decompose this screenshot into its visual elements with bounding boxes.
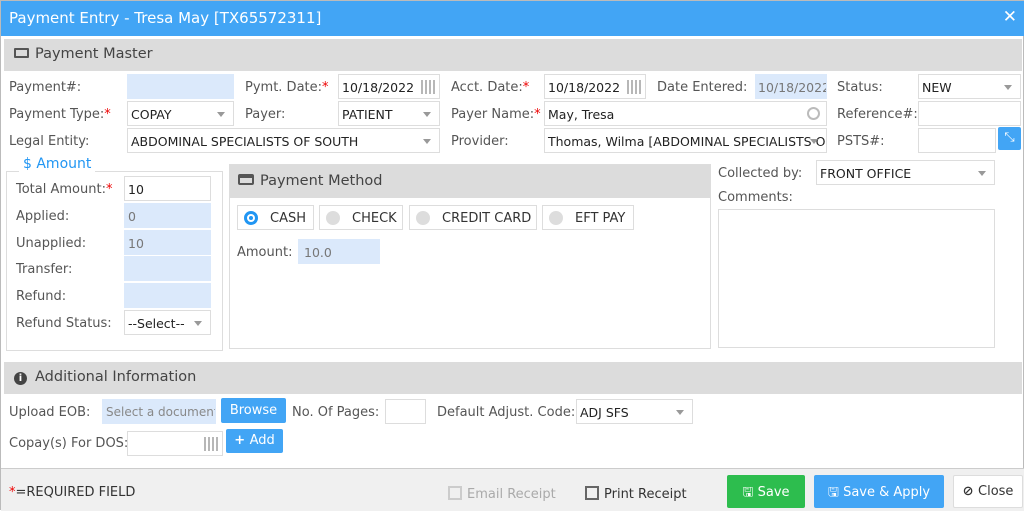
copay-dos-label: Copay(s) For DOS: (9, 436, 129, 451)
legal-entity-label: Legal Entity: (9, 134, 90, 149)
window-title: Payment Entry - Tresa May [TX65572311] (9, 9, 322, 27)
payer-name-label: Payer Name:* (451, 107, 541, 122)
section-title: Payment Master (35, 46, 153, 62)
total-amount-input[interactable]: 10 (124, 176, 211, 201)
legal-entity-select[interactable]: ABDOMINAL SPECIALISTS OF SOUTH (127, 128, 440, 153)
status-select[interactable]: NEW (918, 74, 1021, 99)
refund-status-select[interactable]: --Select-- (124, 310, 211, 335)
radio-eft-pay[interactable]: EFT PAY (542, 205, 634, 230)
additional-info-header: i Additional Information (4, 362, 1022, 394)
applied-label: Applied: (16, 209, 70, 224)
radio-cash[interactable]: CASH (237, 205, 314, 230)
browse-button[interactable]: Browse (221, 398, 286, 423)
calendar-icon[interactable] (421, 80, 435, 94)
total-amount-label: Total Amount:* (16, 182, 113, 197)
info-icon: i (14, 372, 27, 385)
unapplied-input: 10 (124, 230, 211, 255)
method-amount-label: Amount: (237, 245, 293, 260)
required-field-note: *=REQUIRED FIELD (9, 485, 136, 500)
close-icon[interactable]: ✕ (1003, 7, 1017, 27)
email-receipt-checkbox[interactable]: Email Receipt (448, 486, 556, 502)
pymt-date-input[interactable]: 10/18/2022 (338, 74, 440, 99)
status-label: Status: (837, 80, 883, 95)
transfer-label: Transfer: (16, 262, 73, 277)
window-title-bar: Payment Entry - Tresa May [TX65572311] (1, 1, 1024, 36)
refund-input (124, 283, 211, 308)
psts-input[interactable] (918, 128, 996, 153)
plus-icon: + (234, 433, 250, 448)
calendar-icon[interactable] (204, 437, 218, 451)
pymt-date-label: Pymt. Date:* (245, 80, 329, 95)
acct-date-label: Acct. Date:* (451, 80, 530, 95)
payment-method-header: Payment Method (230, 165, 710, 198)
dollar-icon: $ (23, 156, 37, 172)
acct-date-input[interactable]: 10/18/2022 (544, 74, 646, 99)
adjust-code-select[interactable]: ADJ SFS (576, 399, 693, 424)
payer-label: Payer: (245, 107, 286, 122)
reference-input[interactable] (918, 101, 1021, 126)
upload-eob-label: Upload EOB: (9, 405, 91, 420)
payer-select[interactable]: PATIENT (338, 101, 440, 126)
method-amount-input: 10.0 (298, 239, 380, 264)
collected-by-select[interactable]: FRONT OFFICE (816, 160, 995, 185)
collected-by-label: Collected by: (718, 166, 803, 181)
search-circle-icon[interactable] (807, 107, 820, 120)
close-button[interactable]: ⊘ Close (953, 475, 1023, 508)
unapplied-label: Unapplied: (16, 236, 87, 251)
reference-label: Reference#: (837, 107, 918, 122)
payment-type-label: Payment Type:* (9, 107, 111, 122)
add-button[interactable]: + Add (226, 429, 283, 453)
radio-credit-card[interactable]: CREDIT CARD (409, 205, 537, 230)
adjust-code-label: Default Adjust. Code: (437, 405, 576, 420)
payment-no-label: Payment#: (9, 80, 82, 95)
money-icon (14, 48, 29, 58)
payer-name-input[interactable]: May, Tresa (544, 101, 827, 126)
comments-label: Comments: (718, 190, 793, 205)
print-receipt-checkbox[interactable]: Print Receipt (585, 486, 687, 502)
amount-legend: $ Amount (19, 156, 96, 172)
copay-dos-input[interactable] (127, 431, 223, 456)
transfer-input (124, 256, 211, 281)
radio-check[interactable]: CHECK (319, 205, 403, 230)
pages-label: No. Of Pages: (292, 405, 380, 420)
upload-eob-input[interactable]: Select a document (102, 399, 216, 424)
compress-icon: ⤡ (1004, 130, 1015, 145)
payment-no-input[interactable] (127, 74, 234, 99)
payment-master-header: Payment Master (4, 39, 1022, 71)
provider-select[interactable]: Thomas, Wilma [ABDOMINAL SPECIALISTS O (544, 128, 827, 153)
floppy-icon: 🖫 (827, 485, 844, 500)
comments-textarea[interactable] (718, 209, 995, 348)
pages-input[interactable] (385, 399, 426, 424)
floppy-icon: 🖫 (742, 485, 758, 500)
save-button[interactable]: 🖫 Save (727, 475, 805, 508)
date-entered-input: 10/18/2022 (755, 74, 827, 99)
applied-input: 0 (124, 203, 211, 228)
refund-label: Refund: (16, 289, 67, 304)
provider-label: Provider: (451, 134, 509, 149)
date-entered-label: Date Entered: (657, 80, 748, 95)
save-apply-button[interactable]: 🖫 Save & Apply (814, 475, 944, 508)
compress-button[interactable]: ⤡ (998, 127, 1021, 150)
calendar-icon[interactable] (627, 80, 641, 94)
ban-icon: ⊘ (962, 484, 978, 499)
psts-label: PSTS#: (837, 134, 885, 149)
refund-status-label: Refund Status: (16, 316, 112, 331)
radio-selected-icon (244, 211, 258, 225)
credit-card-icon (238, 174, 254, 185)
payment-type-select[interactable]: COPAY (127, 101, 234, 126)
